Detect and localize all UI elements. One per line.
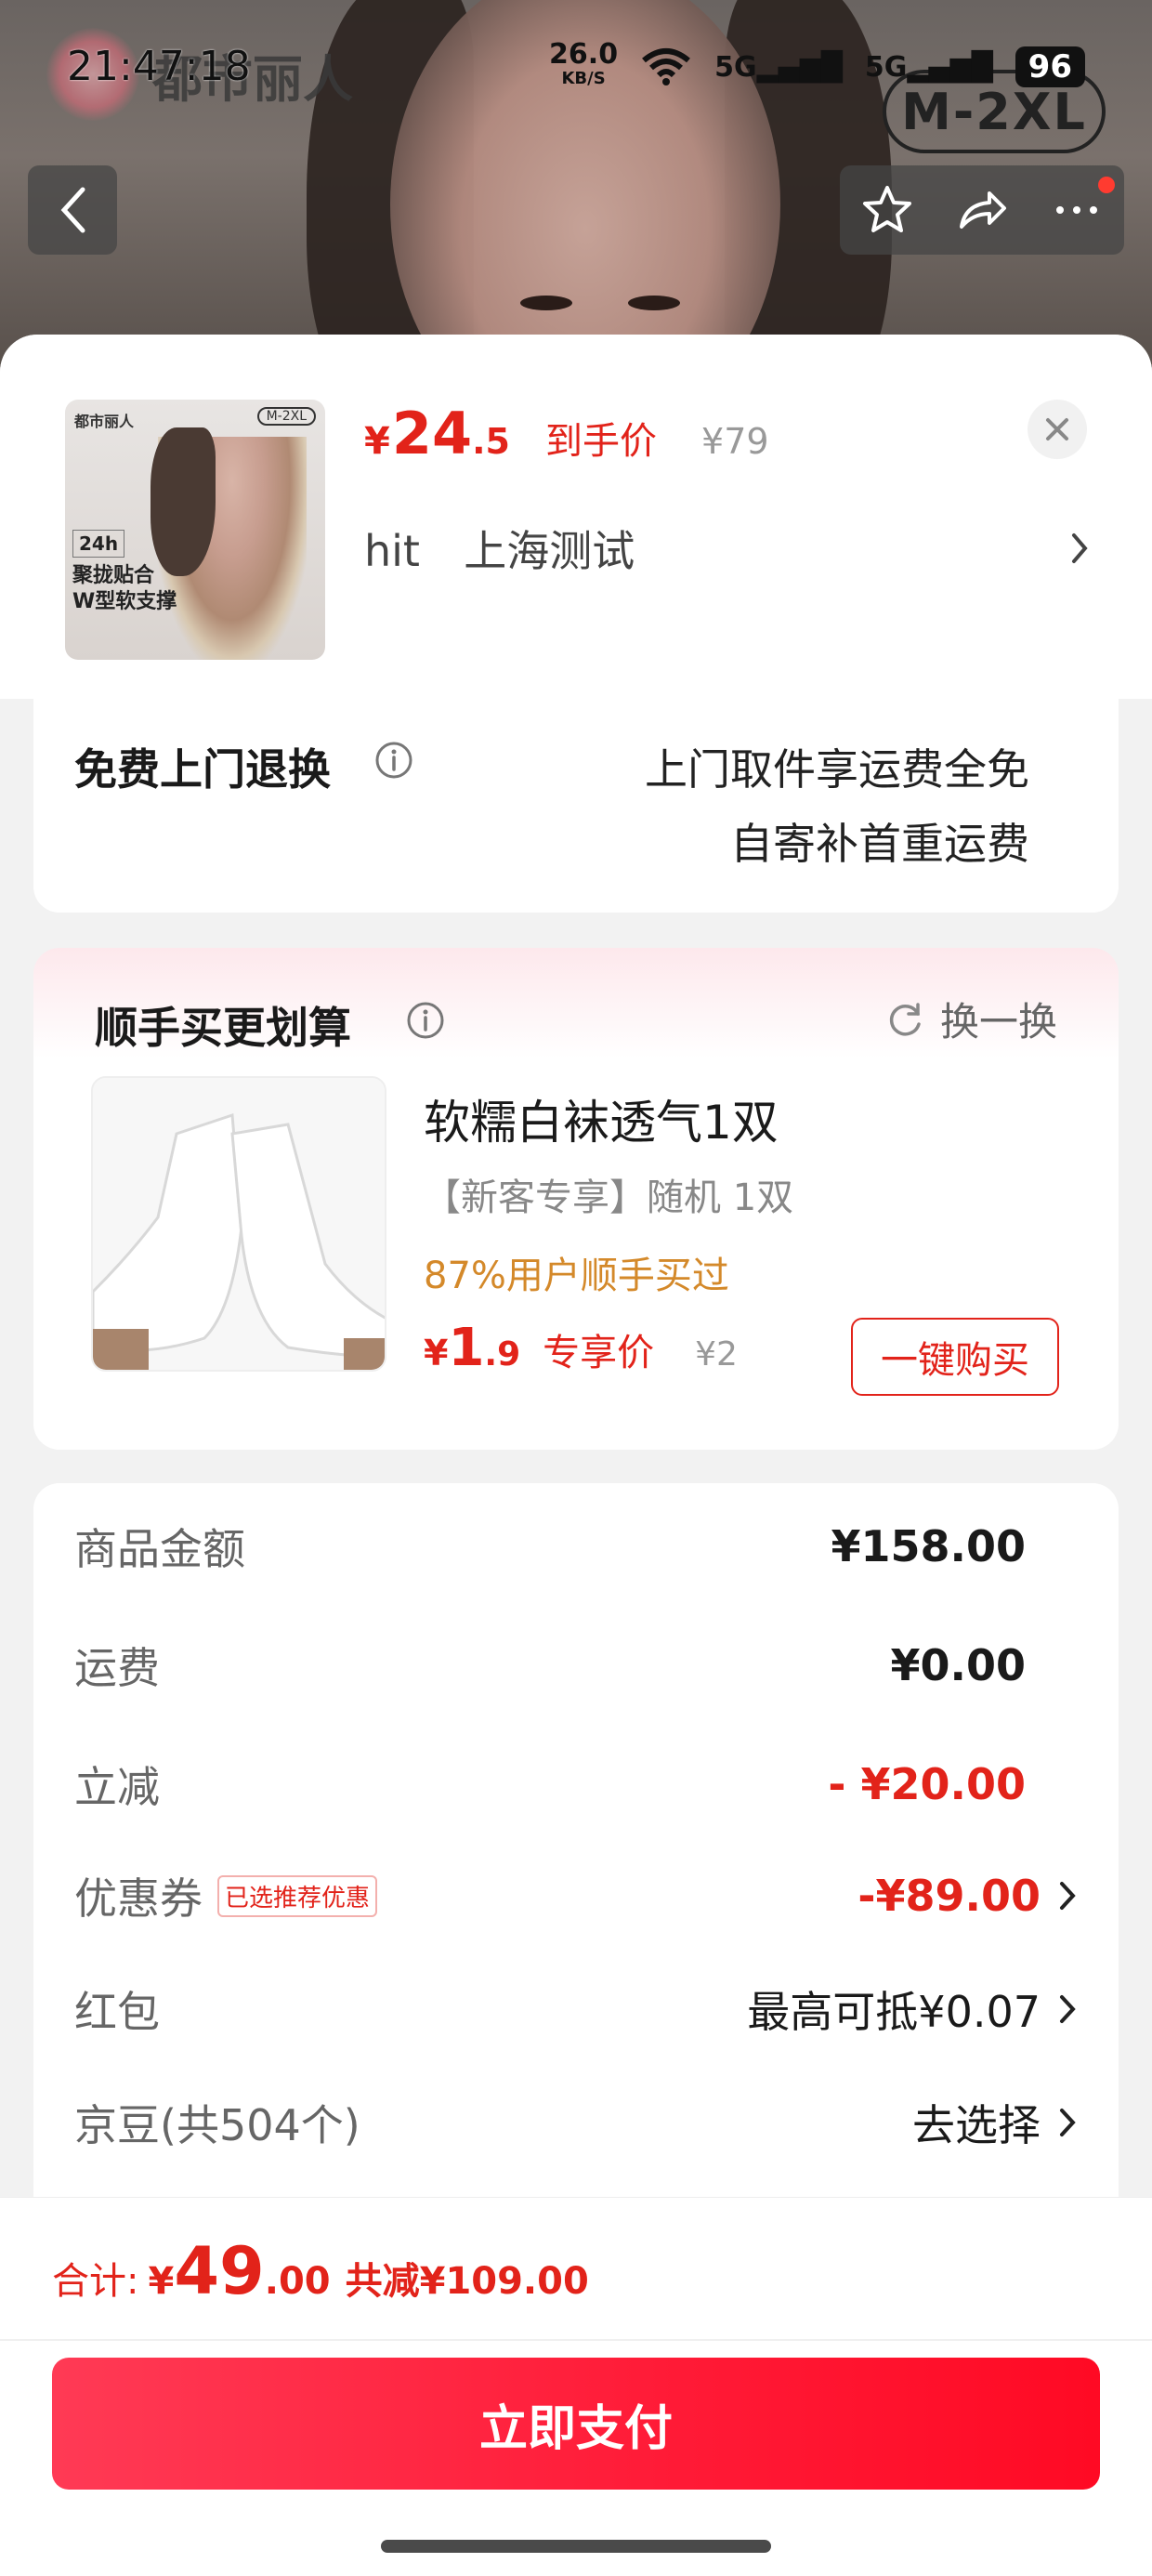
original-price: ¥79: [701, 421, 769, 462]
thumb-caption: 24h 聚拢贴合 W型软支撑: [72, 530, 177, 615]
close-icon: [1046, 418, 1068, 440]
top-action-group: [840, 165, 1124, 255]
product-thumbnail[interactable]: 都市丽人 M-2XL 24h 聚拢贴合 W型软支撑: [65, 400, 325, 660]
photo-eye-right: [628, 296, 680, 310]
refresh-label: 换一换: [939, 999, 1057, 1045]
jingdou-value: 去选择: [912, 2100, 1041, 2150]
info-icon[interactable]: [405, 1000, 446, 1041]
return-service-card[interactable]: 免费上门退换 上门取件享运费全免 自寄补首重运费: [33, 699, 1119, 913]
discount-row: 立减 - ¥20.00: [74, 1747, 1078, 1821]
chevron-right-icon: [1060, 2109, 1076, 2136]
status-time: 21:47:18: [67, 43, 251, 90]
return-service-line1: 上门取件享运费全免: [645, 744, 1029, 795]
addon-item-sub: 【新客专享】随机 1双: [424, 1176, 794, 1219]
total-currency: ¥: [148, 2260, 175, 2303]
shipping-value: ¥0.00: [890, 1640, 1026, 1690]
notification-dot: [1098, 177, 1115, 193]
shipping-label: 运费: [74, 1643, 160, 1693]
addon-price-integer: 1: [448, 1318, 485, 1378]
address-selector[interactable]: hit 上海测试: [364, 511, 1089, 585]
order-summary-card: 商品金额 ¥158.00 运费 ¥0.00 立减 - ¥20.00 优惠券 已选…: [33, 1483, 1119, 2320]
more-icon[interactable]: [1049, 182, 1105, 238]
product-header: 都市丽人 M-2XL 24h 聚拢贴合 W型软支撑 ¥ 24 .5 到手价 ¥7…: [0, 335, 1152, 699]
coupon-label: 优惠券: [74, 1873, 203, 1924]
chevron-left-icon: [60, 187, 85, 233]
socks-image: [93, 1078, 385, 1370]
home-indicator[interactable]: [381, 2540, 771, 2553]
addon-price-decimal: .9: [484, 1335, 521, 1373]
product-price: ¥ 24 .5 到手价 ¥79: [364, 400, 769, 474]
chevron-right-icon: [1060, 1882, 1076, 1910]
discount-value: - ¥20.00: [828, 1759, 1026, 1809]
photo-eye-left: [520, 296, 572, 310]
price-decimal: .5: [472, 421, 511, 462]
price-currency: ¥: [364, 420, 390, 463]
share-icon[interactable]: [954, 182, 1010, 238]
total-saved: 共减¥109.00: [345, 2260, 589, 2303]
thumb-badge: 24h: [72, 530, 125, 558]
return-service-line2: 自寄补首重运费: [730, 819, 1029, 869]
addon-item-image[interactable]: [91, 1076, 386, 1372]
return-service-desc: 上门取件享运费全免 自寄补首重运费: [645, 732, 1029, 881]
refresh-icon: [889, 1002, 921, 1036]
address-name: hit: [364, 526, 420, 576]
return-service-title: 免费上门退换: [74, 744, 331, 795]
info-icon[interactable]: [373, 740, 414, 781]
jingdou-row[interactable]: 京豆(共504个) 去选择: [74, 2085, 1078, 2160]
coupon-row[interactable]: 优惠券 已选推荐优惠 -¥89.00: [74, 1859, 1078, 1933]
jingdou-label: 京豆(共504个): [74, 2100, 360, 2150]
close-button[interactable]: [1028, 400, 1087, 459]
thumb-caption-text: 聚拢贴合 W型软支撑: [72, 564, 177, 613]
divider: [0, 2339, 1152, 2341]
goods-amount-label: 商品金额: [74, 1524, 245, 1574]
refresh-button[interactable]: 换一换: [884, 991, 1057, 1047]
one-click-buy-button[interactable]: 一键购买: [851, 1318, 1059, 1396]
coupon-tag: 已选推荐优惠: [217, 1874, 378, 1917]
price-label: 到手价: [545, 420, 658, 463]
goods-amount-row: 商品金额 ¥158.00: [74, 1509, 1078, 1584]
coupon-value-group: -¥89.00: [857, 1871, 1078, 1921]
signal-2-icon: 5G▂▄▆█: [864, 50, 993, 84]
back-button[interactable]: [28, 165, 117, 255]
chevron-right-icon: [1060, 1995, 1076, 2023]
coupon-value: -¥89.00: [857, 1871, 1041, 1921]
addon-price-currency: ¥: [424, 1333, 449, 1373]
redpacket-row[interactable]: 红包 最高可抵¥0.07: [74, 1972, 1078, 2046]
status-bar: 21:47:18 26.0 KB/S 5G▂▄▆█ 5G▂▄▆█ 96: [0, 0, 1152, 112]
signal-1-icon: 5G▂▄▆█: [714, 50, 843, 84]
status-icons: 26.0 KB/S 5G▂▄▆█ 5G▂▄▆█ 96: [549, 38, 1085, 91]
wifi-icon: [642, 48, 690, 85]
addon-price-label: 专享价: [543, 1332, 655, 1374]
addon-card: 顺手买更划算 换一换 软糯白袜透气1双 【新客专享】随机 1双 87%用户顺手买…: [33, 948, 1119, 1450]
jingdou-value-group: 去选择: [912, 2092, 1078, 2153]
addon-original-price: ¥2: [695, 1335, 738, 1373]
total-label: 合计:: [52, 2260, 139, 2303]
total-amount: 合计: ¥ 49 .00 共减¥109.00: [52, 2233, 589, 2309]
address-detail: 上海测试: [464, 526, 635, 576]
addon-price: ¥ 1 .9 专享价 ¥2: [424, 1318, 738, 1378]
checkout-bottom-bar: 合计: ¥ 49 .00 共减¥109.00 立即支付: [0, 2197, 1152, 2576]
chevron-right-icon: [1072, 533, 1088, 563]
goods-amount-value: ¥158.00: [831, 1521, 1026, 1571]
addon-bought-rate: 87%用户顺手买过: [424, 1255, 729, 1297]
battery-icon: 96: [1015, 46, 1085, 87]
addon-item-name: 软糯白袜透气1双: [424, 1096, 779, 1150]
redpacket-value-group: 最高可抵¥0.07: [747, 1978, 1078, 2040]
price-integer: 24: [391, 400, 473, 467]
coupon-label-group: 优惠券 已选推荐优惠: [74, 1865, 378, 1926]
net-speed: 26.0 KB/S: [549, 38, 619, 89]
thumb-brand: 都市丽人: [74, 413, 135, 430]
shipping-row: 运费 ¥0.00: [74, 1628, 1078, 1702]
total-decimal: .00: [264, 2260, 331, 2303]
address-text: hit 上海测试: [364, 518, 635, 579]
addon-title: 顺手买更划算: [95, 1003, 351, 1053]
redpacket-label: 红包: [74, 1987, 160, 2037]
star-icon[interactable]: [859, 182, 915, 238]
pay-now-button[interactable]: 立即支付: [52, 2358, 1100, 2490]
redpacket-value: 最高可抵¥0.07: [747, 1987, 1041, 2037]
thumb-size-badge: M-2XL: [256, 407, 316, 426]
discount-label: 立减: [74, 1762, 160, 1812]
total-integer: 49: [174, 2233, 265, 2309]
